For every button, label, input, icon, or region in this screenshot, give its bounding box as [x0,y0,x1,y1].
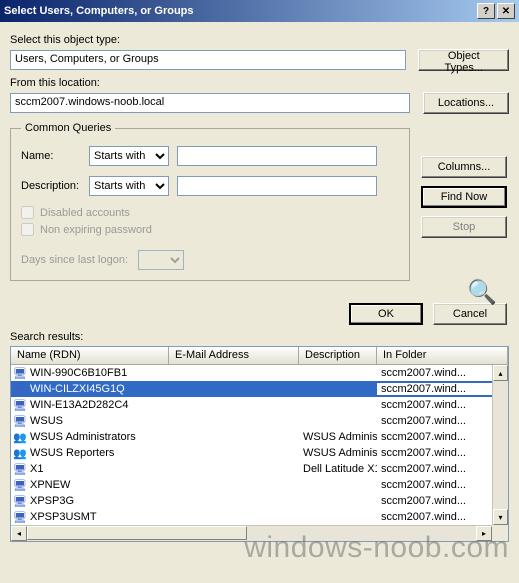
search-icon: 🔍 [467,278,497,307]
row-folder: sccm2007.wind... [377,479,508,491]
common-queries-legend: Common Queries [21,122,115,134]
vertical-scrollbar[interactable]: ▴ ▾ [492,365,508,525]
row-folder: sccm2007.wind... [377,495,508,507]
computer-icon: 🖥 [13,414,27,428]
object-type-field: Users, Computers, or Groups [10,50,406,70]
computer-icon: 🖥 [13,510,27,524]
computer-icon: 🖥 [13,366,27,380]
row-folder: sccm2007.wind... [377,399,508,411]
description-label: Description: [21,180,89,192]
locations-button[interactable]: Locations... [423,92,509,114]
disabled-accounts-checkbox[interactable]: Disabled accounts [21,206,399,219]
row-name: WSUS Administrators [30,431,136,443]
table-row[interactable]: 🖥WSUS sccm2007.wind... [11,413,508,429]
computer-icon: 🖥 [13,398,27,412]
table-row[interactable]: 🖥WIN-990C6B10FB1 sccm2007.wind... [11,365,508,381]
scroll-right-icon[interactable]: ▸ [476,526,492,541]
computer-icon: 🖥 [13,494,27,508]
search-results-label: Search results: [10,331,509,343]
row-folder: sccm2007.wind... [377,511,508,523]
table-row[interactable]: 👥WSUS Administrators WSUS Administr...scc… [11,429,508,445]
results-headers: Name (RDN) E-Mail Address Description In… [11,347,508,365]
row-name: XPNEW [30,479,70,491]
object-type-label: Select this object type: [10,34,509,46]
location-field: sccm2007.windows-noob.local [10,93,410,113]
ok-button[interactable]: OK [349,303,423,325]
columns-button[interactable]: Columns... [421,156,507,178]
table-row[interactable]: 🖥WIN-CILZXI45G1Q sccm2007.wind... [11,381,508,397]
close-button[interactable]: ✕ [497,3,515,19]
row-name: WSUS [30,415,63,427]
horizontal-scrollbar[interactable]: ◂ ▸ [11,525,492,541]
window-title: Select Users, Computers, or Groups [4,5,475,17]
row-name: WIN-990C6B10FB1 [30,367,127,379]
results-list[interactable]: Name (RDN) E-Mail Address Description In… [10,346,509,542]
common-queries-group: Common Queries Name: Starts with Descrip… [10,122,410,281]
help-button[interactable]: ? [477,3,495,19]
row-name: WSUS Reporters [30,447,114,459]
name-label: Name: [21,150,89,162]
non-expiring-box [21,223,34,236]
group-icon: 👥 [13,446,27,460]
title-bar: Select Users, Computers, or Groups ? ✕ [0,0,519,22]
scrollbar-corner [492,525,508,541]
table-row[interactable]: 🖥XPSP3USMT sccm2007.wind... [11,509,508,525]
non-expiring-checkbox[interactable]: Non expiring password [21,223,399,236]
object-types-button[interactable]: Object Types... [418,49,509,71]
table-row[interactable]: 🖥XPNEW sccm2007.wind... [11,477,508,493]
description-mode-select[interactable]: Starts with [89,176,169,196]
row-folder: sccm2007.wind... [377,415,508,427]
name-input[interactable] [177,146,377,166]
description-input[interactable] [177,176,377,196]
table-row[interactable]: 🖥WIN-E13A2D282C4 sccm2007.wind... [11,397,508,413]
row-description: WSUS Administr... [299,447,377,459]
header-name[interactable]: Name (RDN) [11,347,169,364]
stop-button: Stop [421,216,507,238]
row-description: Dell Latitude X1 [299,463,377,475]
row-name: XPSP3USMT [30,511,97,523]
computer-icon: 🖥 [13,478,27,492]
row-folder: sccm2007.wind... [377,463,508,475]
scroll-down-icon[interactable]: ▾ [493,509,508,525]
disabled-accounts-box [21,206,34,219]
group-icon: 👥 [13,430,27,444]
location-label: From this location: [10,77,509,89]
table-row[interactable]: 🖥XPSP3G sccm2007.wind... [11,493,508,509]
table-row[interactable]: 🖥X1 Dell Latitude X1sccm2007.wind... [11,461,508,477]
table-row[interactable]: 👥WSUS Reporters WSUS Administr...sccm2007… [11,445,508,461]
header-description[interactable]: Description [299,347,377,364]
row-description: WSUS Administr... [299,431,377,443]
find-now-button[interactable]: Find Now [421,186,507,208]
header-email[interactable]: E-Mail Address [169,347,299,364]
days-since-logon-label: Days since last logon: [21,254,128,266]
name-mode-select[interactable]: Starts with [89,146,169,166]
row-name: WIN-E13A2D282C4 [30,399,128,411]
days-since-logon-select [138,250,184,270]
scroll-thumb[interactable] [27,526,247,540]
row-name: WIN-CILZXI45G1Q [30,383,125,395]
computer-icon: 🖥 [13,462,27,476]
row-folder: sccm2007.wind... [377,367,508,379]
row-folder: sccm2007.wind... [377,447,508,459]
scroll-left-icon[interactable]: ◂ [11,526,27,541]
row-name: X1 [30,463,43,475]
row-name: XPSP3G [30,495,74,507]
header-folder[interactable]: In Folder [377,347,508,364]
row-folder: sccm2007.wind... [377,431,508,443]
computer-icon: 🖥 [13,382,27,396]
scroll-up-icon[interactable]: ▴ [493,365,508,381]
row-folder: sccm2007.wind... [377,383,508,395]
